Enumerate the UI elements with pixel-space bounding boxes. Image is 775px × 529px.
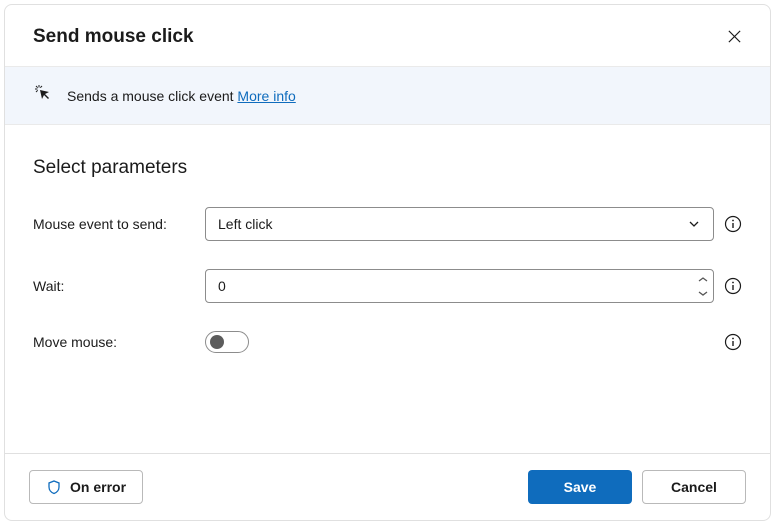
banner-description: Sends a mouse click event (67, 88, 237, 104)
toggle-thumb (210, 335, 224, 349)
mouse-event-value: Left click (218, 216, 272, 232)
chevron-down-icon (687, 217, 701, 231)
cursor-click-icon (33, 83, 53, 108)
wait-value: 0 (218, 278, 226, 294)
move-mouse-label: Move mouse: (33, 334, 205, 350)
wait-spinner-down[interactable] (697, 287, 709, 299)
on-error-button[interactable]: On error (29, 470, 143, 504)
shield-icon (46, 479, 62, 495)
mouse-event-info-button[interactable] (724, 215, 742, 233)
mouse-event-row: Mouse event to send: Left click (33, 207, 742, 241)
chevron-down-icon (697, 290, 709, 297)
info-icon (724, 215, 742, 233)
wait-row: Wait: 0 (33, 269, 742, 303)
mouse-event-select[interactable]: Left click (205, 207, 714, 241)
wait-spinner (697, 273, 709, 299)
move-mouse-row: Move mouse: (33, 331, 742, 353)
close-icon (727, 29, 742, 44)
wait-info-button[interactable] (724, 277, 742, 295)
wait-label: Wait: (33, 278, 205, 294)
dialog-header: Send mouse click (5, 5, 770, 66)
wait-input[interactable]: 0 (205, 269, 714, 303)
dialog-title: Send mouse click (33, 26, 194, 48)
info-banner: Sends a mouse click event More info (5, 66, 770, 125)
info-icon (724, 333, 742, 351)
footer-actions: Save Cancel (528, 470, 746, 504)
close-button[interactable] (723, 25, 746, 48)
banner-text: Sends a mouse click event More info (67, 88, 296, 104)
on-error-label: On error (70, 479, 126, 495)
section-title: Select parameters (33, 157, 742, 179)
dialog: Send mouse click Sends a mouse click eve… (4, 4, 771, 521)
move-mouse-info-button[interactable] (724, 333, 742, 351)
save-button[interactable]: Save (528, 470, 632, 504)
chevron-up-icon (697, 276, 709, 283)
move-mouse-toggle[interactable] (205, 331, 249, 353)
dialog-footer: On error Save Cancel (5, 453, 770, 520)
wait-spinner-up[interactable] (697, 273, 709, 285)
cancel-button[interactable]: Cancel (642, 470, 746, 504)
info-icon (724, 277, 742, 295)
mouse-event-label: Mouse event to send: (33, 216, 205, 232)
dialog-content: Select parameters Mouse event to send: L… (5, 125, 770, 453)
more-info-link[interactable]: More info (237, 88, 295, 104)
